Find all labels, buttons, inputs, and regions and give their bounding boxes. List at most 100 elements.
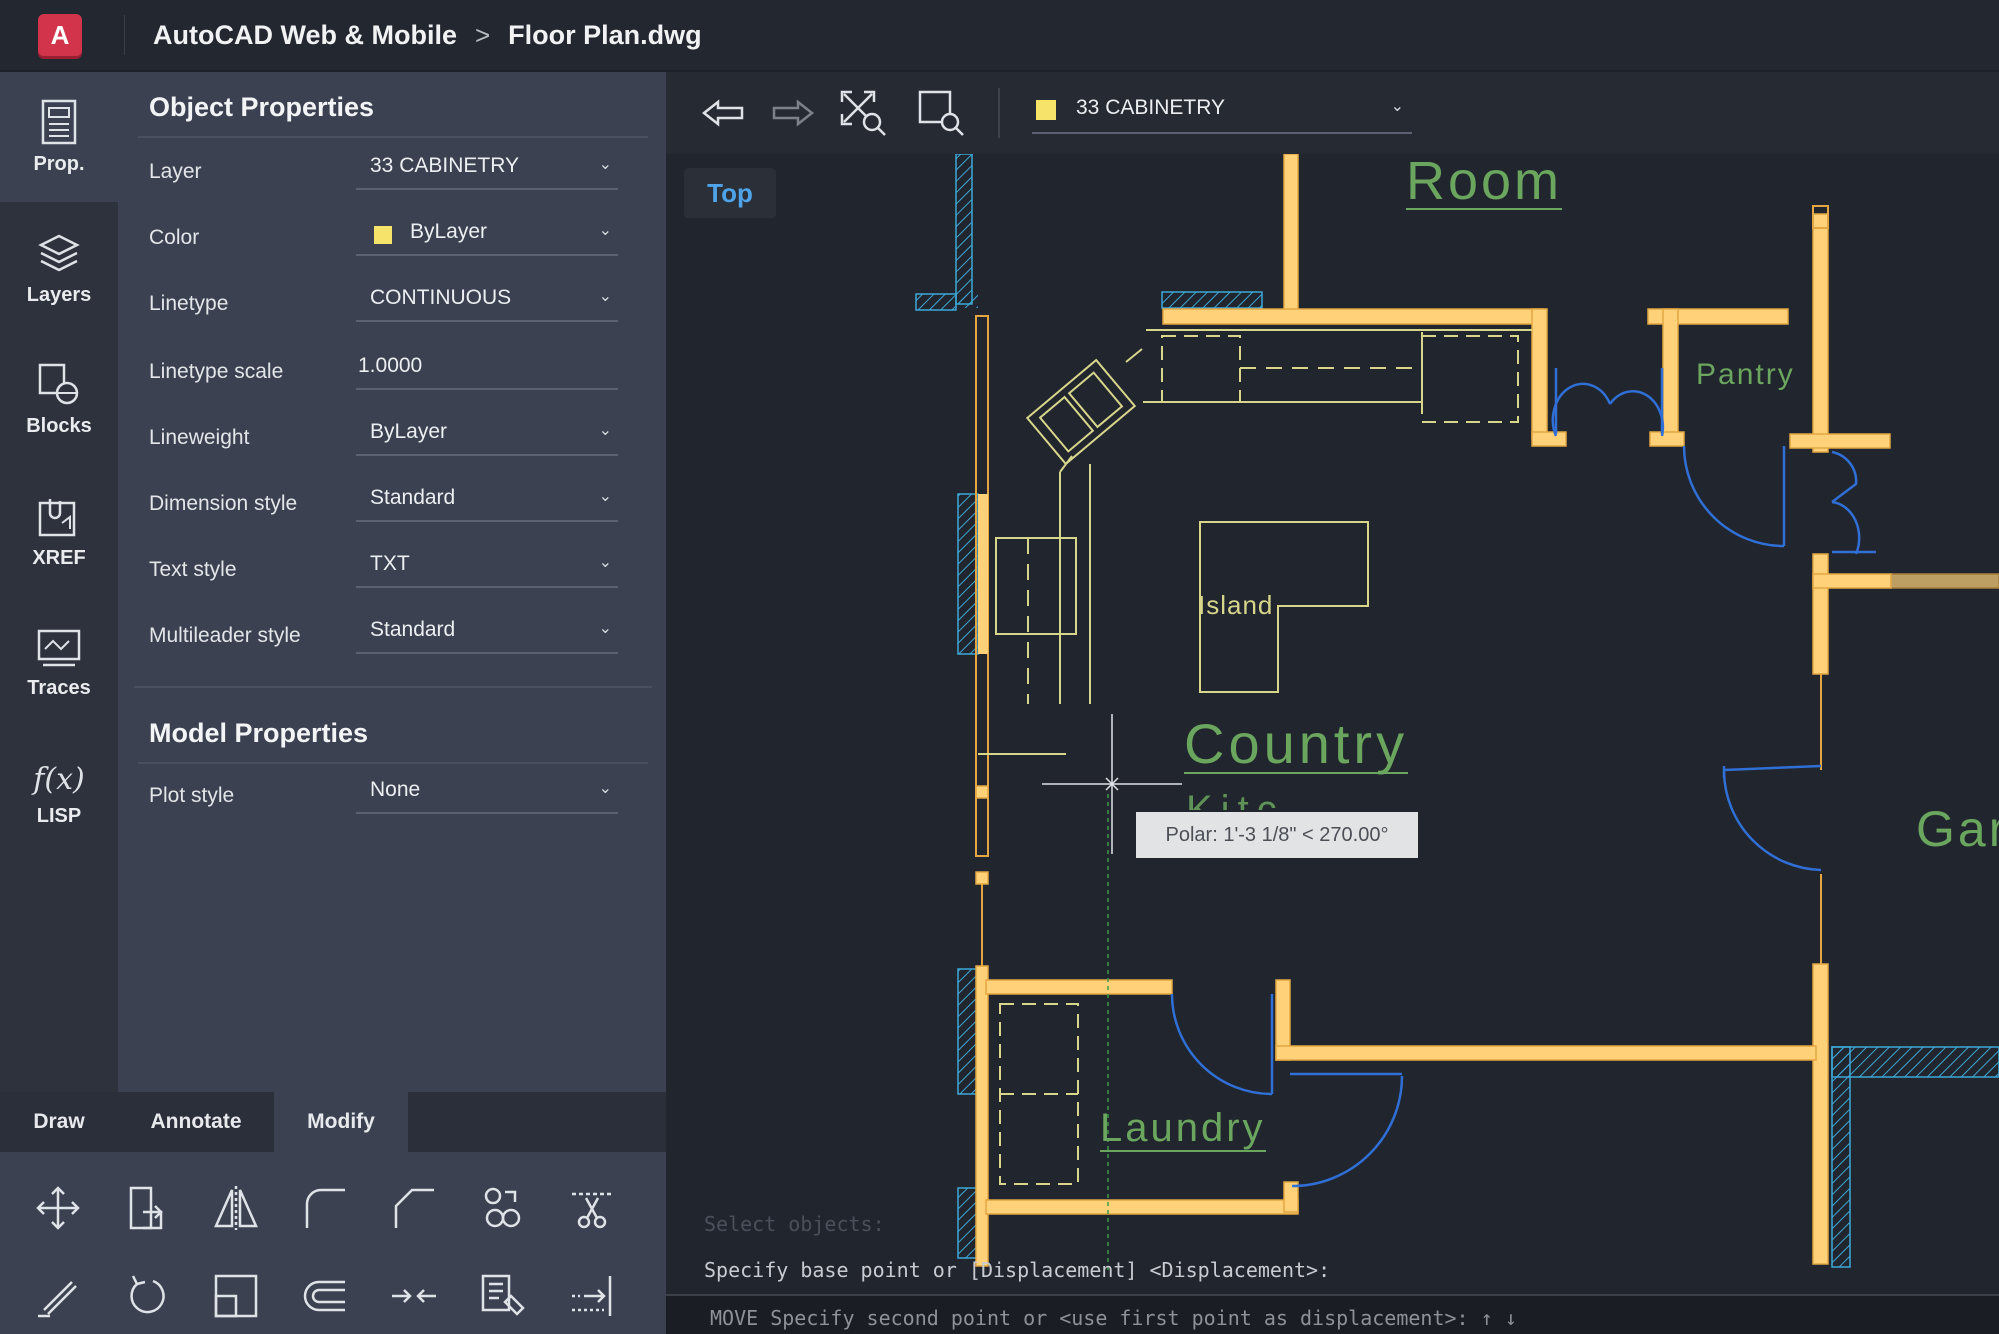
join-icon[interactable] [384,1266,444,1326]
polar-tooltip: Polar: 1'-3 1/8" < 270.00° [1136,812,1418,858]
text-style-value: TXT [370,552,410,575]
rail-item-layers[interactable]: Layers [0,204,118,334]
chevron-down-icon: ⌄ [598,222,612,239]
zoom-window-icon[interactable] [914,86,968,140]
chevron-down-icon: ⌄ [598,620,612,637]
color-dropdown[interactable]: ByLayer ⌄ [356,214,618,256]
rotate-icon[interactable] [117,1266,177,1326]
rail-item-blocks[interactable]: Blocks [0,334,118,464]
tab-draw[interactable]: Draw [0,1092,118,1152]
chevron-down-icon: ⌄ [598,156,612,173]
section-divider [138,136,648,138]
drawing-canvas[interactable]: Room Pantry Island Country Kitc Gar Laun… [666,154,1999,1334]
rail-item-xref[interactable]: XREF [0,466,118,596]
mirror-icon[interactable] [206,1178,266,1238]
property-label-plot-style: Plot style [149,784,235,807]
layer-color-swatch [1036,100,1056,120]
chevron-right-icon: > [474,19,491,50]
command-input[interactable]: MOVE Specify second point or <use first … [710,1306,1517,1330]
linetype-dropdown[interactable]: CONTINUOUS ⌄ [356,280,618,322]
layer-dropdown[interactable]: 33 CABINETRY ⌄ [356,148,618,190]
wall [975,871,989,885]
dimension-style-value: Standard [370,486,456,509]
fillet-icon[interactable] [295,1178,355,1238]
section-divider [134,686,652,688]
erase-icon[interactable] [28,1266,88,1326]
tab-annotate[interactable]: Annotate [118,1092,274,1152]
array-icon[interactable] [473,1178,533,1238]
island-label: Island [1198,590,1274,620]
multileader-style-value: Standard [370,618,456,641]
extend-icon[interactable] [562,1266,622,1326]
zoom-extents-icon[interactable] [836,86,890,140]
offset-icon[interactable] [295,1266,355,1326]
wall [1531,308,1548,440]
object-properties-title: Object Properties [149,92,375,122]
blocks-icon [38,363,79,404]
multileader-style-dropdown[interactable]: Standard ⌄ [356,612,618,654]
toolbar-divider [998,88,1000,138]
linetype-scale-value: 1.0000 [358,354,423,377]
match-properties-icon[interactable] [473,1266,533,1326]
linetype-value: CONTINUOUS [370,286,512,309]
trim-icon[interactable] [562,1178,622,1238]
view-top-button[interactable]: Top [684,168,776,218]
wall [1812,213,1829,453]
doors [1170,368,1876,1188]
section-divider [138,762,648,764]
command-line[interactable]: MOVE Specify second point or <use first … [666,1294,1999,1334]
hatch-wall [957,1187,979,1259]
laundry-label: Laundry [1100,1106,1266,1152]
chevron-down-icon: ⌄ [598,288,612,305]
chevron-down-icon: ⌄ [598,488,612,505]
wall [975,785,989,799]
left-rail: Prop. Layers Blocks XREF Traces f(x) LIS… [0,72,118,1092]
chevron-down-icon: ⌄ [598,422,612,439]
command-prompt-line: Specify base point or [Displacement] <Di… [704,1258,1331,1282]
text-style-dropdown[interactable]: TXT ⌄ [356,546,618,588]
chamfer-icon[interactable] [384,1178,444,1238]
plot-style-dropdown[interactable]: None ⌄ [356,772,618,814]
copy-icon[interactable] [117,1178,177,1238]
xref-icon [38,498,76,536]
rail-item-traces[interactable]: Traces [0,598,118,728]
move-icon[interactable] [28,1178,88,1238]
property-label-linetype-scale: Linetype scale [149,360,284,383]
traces-icon [37,629,81,666]
hatch-wall [958,294,978,308]
autocad-logo-icon[interactable]: A [38,14,82,56]
lineweight-dropdown[interactable]: ByLayer ⌄ [356,414,618,456]
breadcrumb-app[interactable]: AutoCAD Web & Mobile [153,20,457,51]
rail-label: XREF [32,546,86,569]
wall [1162,308,1545,325]
rail-item-properties[interactable]: Prop. [0,72,118,202]
chevron-down-icon: ⌄ [598,780,612,797]
wall [1812,553,1829,675]
room-label: Room [1406,154,1563,211]
redo-icon[interactable] [766,86,820,140]
scale-icon[interactable] [206,1266,266,1326]
linetype-scale-input[interactable]: 1.0000 [356,348,618,390]
plot-style-value: None [370,778,421,801]
undo-icon[interactable] [696,86,750,140]
rail-item-lisp[interactable]: f(x) LISP [0,730,118,860]
hatch-wall [1831,1046,1851,1268]
wall [1662,308,1679,440]
current-layer-dropdown[interactable]: 33 CABINETRY ⌄ [1032,86,1412,134]
hatch-wall [1161,291,1263,309]
wall [1812,963,1829,1265]
tool-tabs: Draw Annotate Modify [0,1092,666,1152]
wall [978,494,988,654]
command-history-line: Select objects: [704,1212,885,1236]
wall [1531,431,1567,447]
title-divider [124,15,125,55]
color-swatch [374,226,392,244]
title-bar: A AutoCAD Web & Mobile > Floor Plan.dwg [0,0,1999,70]
properties-icon [41,99,77,144]
rail-label: Traces [27,676,91,699]
dimension-style-dropdown[interactable]: Standard ⌄ [356,480,618,522]
wall [1812,573,1892,589]
tab-modify[interactable]: Modify [274,1092,408,1152]
chevron-down-icon: ⌄ [1390,98,1404,115]
property-label-dimension-style: Dimension style [149,492,298,515]
